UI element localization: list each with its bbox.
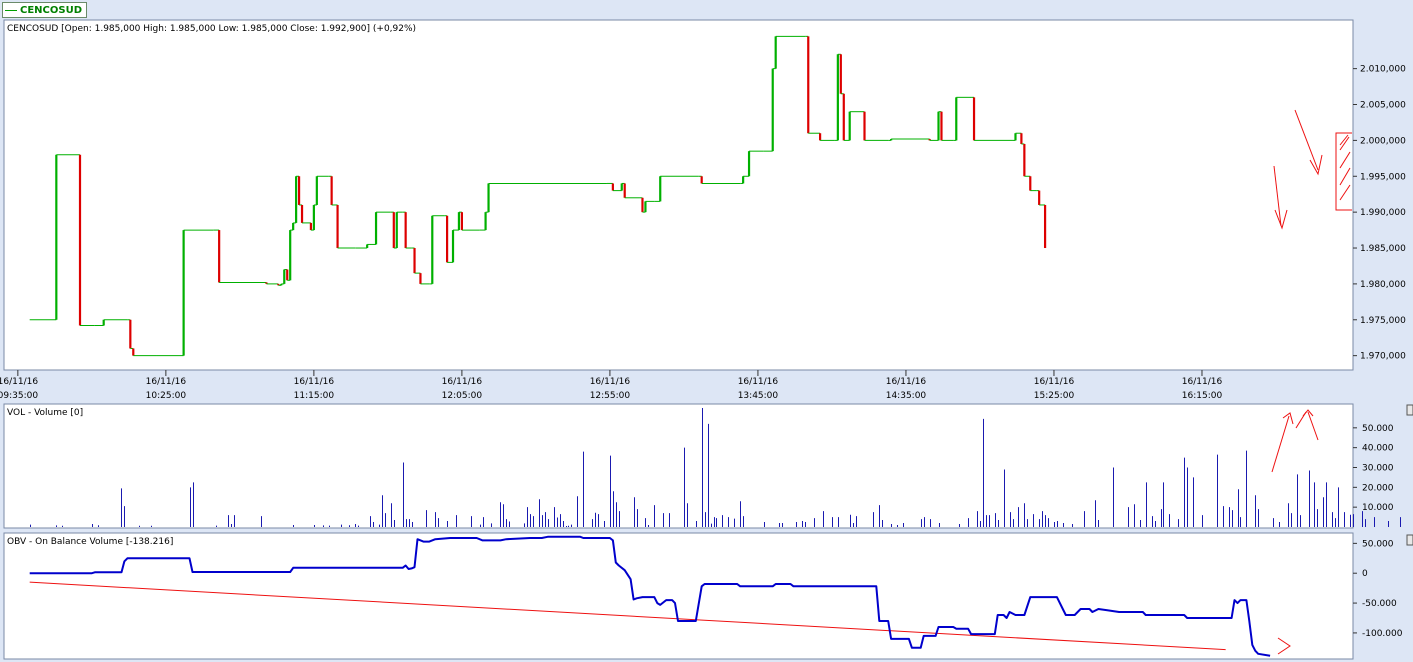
obv-y-tick-label: 50.000 <box>1362 539 1394 549</box>
price-y-tick-label: 1.995,000 <box>1360 172 1406 182</box>
volume-y-tick-label: 20.000 <box>1362 483 1394 493</box>
price-y-tick-label: 1.970,000 <box>1360 352 1406 362</box>
price-y-tick-label: 1.980,000 <box>1360 280 1406 290</box>
price-x-tick-date: 16/11/16 <box>738 377 779 387</box>
volume-panel-collapse-icon[interactable] <box>1406 404 1413 416</box>
price-x-tick-date: 16/11/16 <box>1182 377 1223 387</box>
price-y-tick-label: 1.975,000 <box>1360 316 1406 326</box>
volume-panel-background <box>3 403 1354 529</box>
price-x-tick-time: 15:25:00 <box>1034 391 1075 401</box>
price-x-tick-date: 16/11/16 <box>590 377 631 387</box>
price-x-tick-time: 14:35:00 <box>886 391 927 401</box>
obv-panel-background <box>3 532 1354 660</box>
price-x-tick-time: 12:05:00 <box>442 391 483 401</box>
price-x-tick-time: 10:25:00 <box>146 391 187 401</box>
price-x-tick-time: 09:35:00 <box>0 391 38 401</box>
price-x-tick-date: 16/11/16 <box>294 377 335 387</box>
chart-canvas: CENCOSUD [Open: 1.985,000 High: 1.985,00… <box>0 19 1413 660</box>
price-panel-title: CENCOSUD [Open: 1.985,000 High: 1.985,00… <box>7 24 416 34</box>
price-x-tick-time: 11:15:00 <box>294 391 335 401</box>
volume-y-tick-label: 30.000 <box>1362 463 1394 473</box>
obv-y-axis: -100.000 -50.000 0 50.000 <box>1353 539 1403 639</box>
price-y-tick-label: 2.005,000 <box>1360 101 1406 111</box>
volume-panel-title: VOL - Volume [0] <box>7 408 83 418</box>
obv-y-tick-label: -100.000 <box>1362 629 1403 639</box>
price-y-tick-label: 1.985,000 <box>1360 244 1406 254</box>
price-x-tick-time: 12:55:00 <box>590 391 631 401</box>
price-y-axis: 1.970,000 1.975,000 1.980,000 1.985,000 1.99… <box>1353 65 1406 362</box>
obv-panel-title: OBV - On Balance Volume [-138.216] <box>7 537 173 547</box>
price-y-tick-label: 2.000,000 <box>1360 136 1406 146</box>
volume-y-tick-label: 40.000 <box>1362 444 1394 454</box>
price-x-tick-time: 13:45:00 <box>738 391 779 401</box>
obv-y-tick-label: -50.000 <box>1362 599 1397 609</box>
price-x-tick-date: 16/11/16 <box>146 377 187 387</box>
price-x-tick-date: 16/11/16 <box>886 377 927 387</box>
price-x-tick-time: 16:15:00 <box>1182 391 1223 401</box>
price-y-tick-label: 2.010,000 <box>1360 65 1406 75</box>
price-x-tick-date: 16/11/16 <box>0 377 38 387</box>
price-y-tick-label: 1.990,000 <box>1360 208 1406 218</box>
volume-y-tick-label: 50.000 <box>1362 424 1394 434</box>
volume-y-axis: 10.000 20.000 30.000 40.000 50.000 <box>1353 424 1394 513</box>
price-x-tick-date: 16/11/16 <box>1034 377 1075 387</box>
obv-y-tick-label: 0 <box>1362 569 1368 579</box>
price-x-tick-date: 16/11/16 <box>442 377 483 387</box>
volume-y-tick-label: 10.000 <box>1362 503 1394 513</box>
price-x-axis: 16/11/16 09:35:00 16/11/16 10:25:00 16/11/16… <box>0 370 1222 401</box>
obv-panel-collapse-icon[interactable] <box>1406 534 1413 546</box>
price-panel-background <box>3 19 1354 371</box>
